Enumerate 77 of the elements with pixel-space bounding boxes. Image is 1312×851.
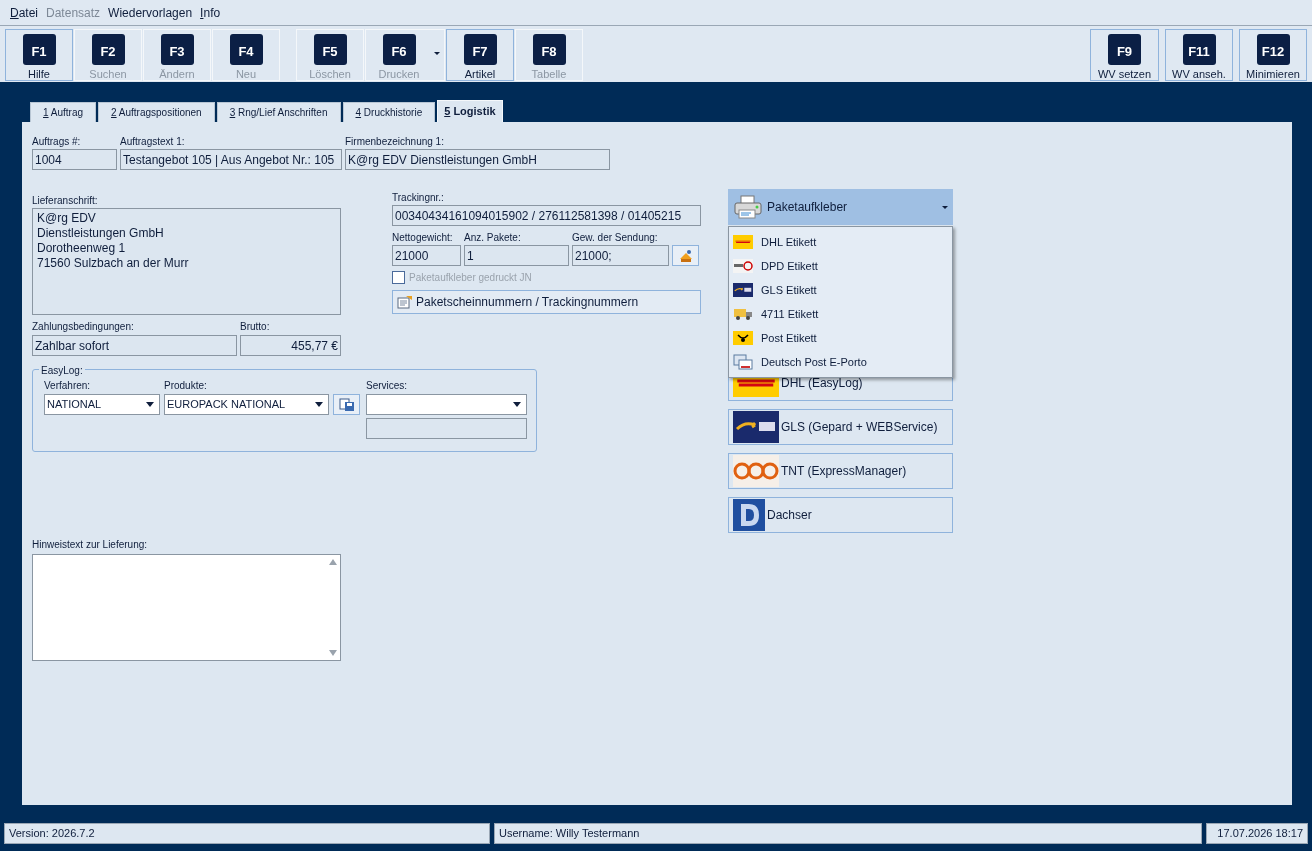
scroll-up-icon[interactable] [329,559,337,565]
field-label: Brutto: [240,321,271,333]
toolbar-button[interactable]: F1 Hilfe [5,29,73,81]
printer-icon [733,194,763,220]
field-label: Verfahren: [44,380,92,392]
field-label: Anz. Pakete: [464,232,522,244]
menu-item[interactable]: DHL Etikett [729,230,952,254]
field-label: Zahlungsbedingungen: [32,321,135,333]
toolbar-button[interactable]: F11 WV anseh. [1165,29,1233,81]
text-field[interactable]: 455,77 € [240,335,341,356]
datetime-text: 17.07.2026 18:17 [1206,823,1308,844]
checkbox-label: Paketaufkleber gedruckt JN [409,271,532,285]
text-field[interactable]: 21000; [572,245,669,266]
address-field[interactable]: K@rg EDV Dienstleistungen GmbH Dorotheenweg 1 71560 Sulzbach an der Murr [32,208,341,315]
text-field[interactable]: 1004 [32,149,117,170]
field-label: Auftrags #: [32,136,82,148]
dropdown-field[interactable]: EUROPACK NATIONAL [164,394,329,415]
field-label: Trackingnr.: [392,192,445,204]
dropdown-field[interactable] [366,394,527,415]
carrier-button[interactable]: Dachser [728,497,953,533]
carrier-button[interactable]: GLS (Gepard + WEBService) [728,409,953,445]
field-label: Gew. der Sendung: [572,232,659,244]
field-label: Firmenbezeichnung 1: [345,136,445,148]
truck-icon [733,307,753,321]
dropdown-arrow-icon [315,402,323,407]
text-field[interactable]: K@rg EDV Dienstleistungen GmbH [345,149,610,170]
field-label: Services: [366,380,409,392]
field-label: Nettogewicht: [392,232,454,244]
tab[interactable]: 1 Auftrag [30,102,97,122]
gls-logo-icon [733,283,753,297]
menu-item[interactable]: Info [200,3,221,22]
tab[interactable]: 5 Logistik [437,100,503,122]
field-label: Lieferanschrift: [32,195,99,207]
carrier-button[interactable]: TNT (ExpressManager) [728,453,953,489]
save-button[interactable] [333,394,360,415]
form-icon [397,295,413,309]
menu-item[interactable]: Wiedervorlagen [108,3,193,22]
tnt-logo-icon [733,455,779,487]
envelope-icon [733,354,753,370]
text-field[interactable]: 1 [464,245,569,266]
tab[interactable]: 2 Auftragspositionen [98,102,215,122]
note-field[interactable] [32,554,341,661]
menu-item[interactable]: GLS Etikett [729,278,952,302]
tab[interactable]: 4 Druckhistorie [342,102,436,122]
field-label: Hinweistext zur Lieferung: [32,539,149,551]
username-text: Username: Willy Testermann [494,823,1202,844]
dropdown-arrow-icon [146,402,154,407]
toolbar-button[interactable]: F12 Minimieren [1239,29,1307,81]
menu-item[interactable]: Post Etikett [729,326,952,350]
field-label: Auftragstext 1: [120,136,186,148]
d-logo-icon [733,499,765,531]
text-field[interactable]: Zahlbar sofort [32,335,237,356]
text-field[interactable]: 21000 [392,245,461,266]
tracking-numbers-button[interactable]: Paketscheinnummern / Trackingnummern [392,290,701,314]
menu-item[interactable]: 4711 Etikett [729,302,952,326]
dropdown-field[interactable]: NATIONAL [44,394,160,415]
toolbar-button[interactable]: F7 Artikel [446,29,514,81]
scroll-down-icon[interactable] [329,650,337,656]
menu-item[interactable]: DPD Etikett [729,254,952,278]
dhl-logo-icon [733,235,753,249]
text-field[interactable]: 00340434161094015902 / 276112581398 / 01405215 [392,205,701,226]
dropdown-arrow-icon [513,402,521,407]
gls-logo-icon [733,411,779,443]
menu-item[interactable]: Datei [10,3,39,22]
label-printer-button[interactable]: Paketaufkleber [728,189,953,225]
field-label: Produkte: [164,380,208,392]
group-title: EasyLog: [39,363,85,378]
save-icon [338,397,355,412]
text-field[interactable] [366,418,527,439]
tab[interactable]: 3 Rng/Lief Anschriften [216,102,341,122]
version-text: Version: 2026.7.2 [4,823,490,844]
dpd-logo-icon [733,259,753,273]
scale-button[interactable] [672,245,699,266]
text-field[interactable]: Testangebot 105 | Aus Angebot Nr.: 105 [120,149,342,170]
caret-icon [942,205,948,209]
post-horn-icon [733,331,753,345]
toolbar-button[interactable]: F9 WV setzen [1090,29,1159,81]
